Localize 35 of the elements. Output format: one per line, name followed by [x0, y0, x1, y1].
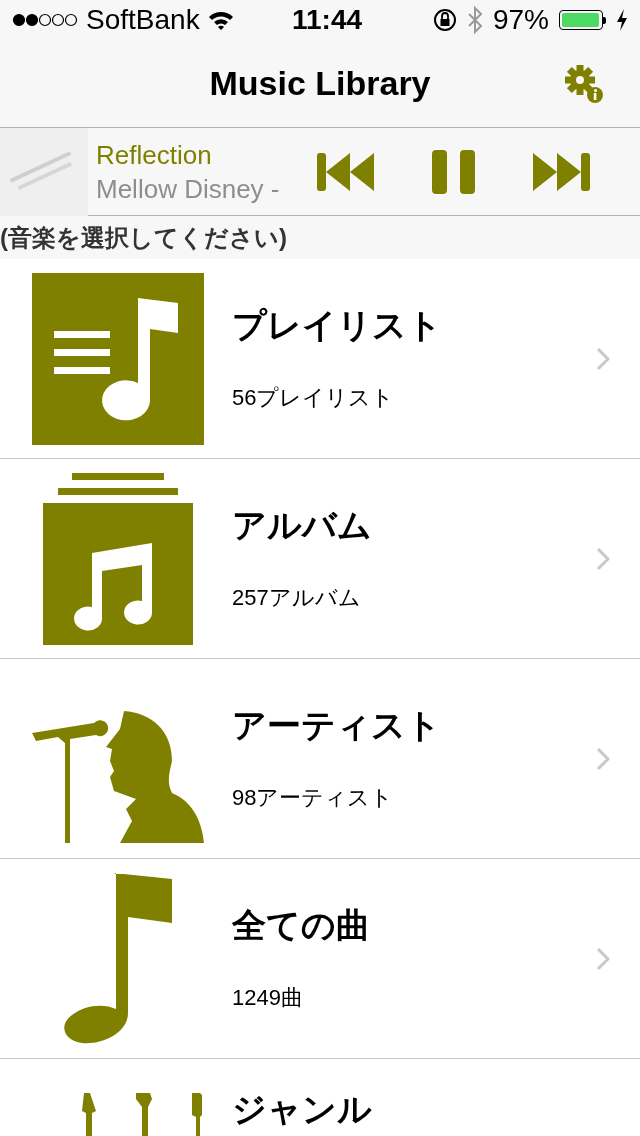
category-row[interactable]: ジャンル	[0, 1059, 640, 1136]
singer-silhouette-icon	[32, 710, 204, 843]
nav-title: Music Library	[209, 63, 431, 104]
category-row[interactable]: プレイリスト 56プレイリスト	[0, 259, 640, 459]
category-title: ジャンル	[232, 1089, 373, 1130]
select-music-prompt: (音楽を選択してください)	[0, 222, 287, 253]
signal-icon	[12, 13, 78, 27]
category-count: 98アーティスト	[232, 784, 395, 812]
bluetooth-icon	[466, 6, 483, 34]
track-artist: Mellow Disney -	[96, 172, 281, 206]
category-title: 全ての曲	[232, 905, 371, 946]
playlist-icon	[32, 272, 204, 445]
carrier-name: SoftBank	[86, 3, 200, 37]
battery-percentage: 97%	[492, 3, 549, 37]
chevron-icon	[596, 746, 610, 771]
rotation-lock-icon	[432, 8, 457, 32]
category-title: アーティスト	[232, 705, 442, 746]
chevron-icon	[596, 946, 610, 971]
chevron-icon	[596, 346, 610, 371]
category-row[interactable]: アルバム 257アルバム	[0, 459, 640, 659]
category-row[interactable]: 全ての曲 1249曲	[0, 859, 640, 1059]
previous-button[interactable]	[316, 152, 375, 191]
next-button[interactable]	[533, 152, 592, 191]
category-count: 257アルバム	[232, 584, 362, 612]
category-count: 1249曲	[232, 984, 304, 1012]
clock-time: 11:44	[292, 3, 363, 37]
battery-icon	[559, 10, 606, 30]
category-title: アルバム	[232, 505, 373, 546]
wifi-icon	[207, 10, 234, 30]
track-title: Reflection	[96, 138, 213, 172]
pause-button[interactable]	[432, 149, 476, 194]
category-title: プレイリスト	[232, 305, 443, 346]
category-count: 56プレイリスト	[232, 384, 396, 412]
category-row[interactable]: アーティスト 98アーティスト	[0, 659, 640, 859]
chevron-icon	[596, 546, 610, 571]
